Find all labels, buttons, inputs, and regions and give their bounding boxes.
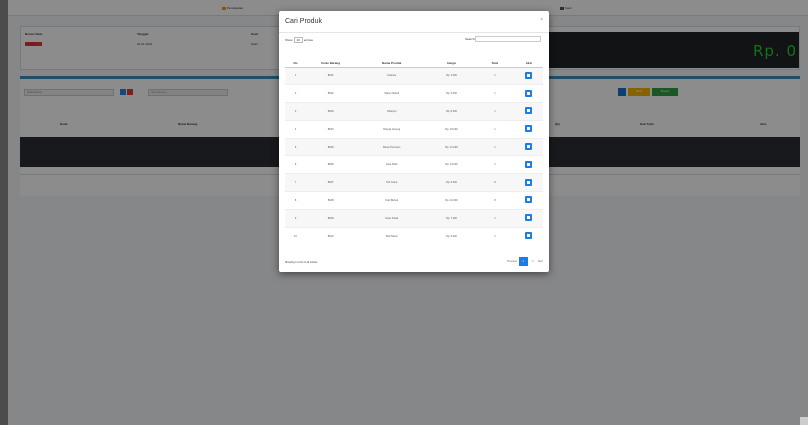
table-row: 2 B002 Sabun Mandi Rp. 5.000 1 [285,84,543,103]
entries-select[interactable]: 10 [293,37,303,43]
table-row: 6 B006 Gula Pasir Rp. 14.000 1 [285,155,543,174]
table-row: 4 B004 Minyak Goreng Rp. 15.000 1 [285,119,543,139]
table-controls: Show 10 entries Search: [279,33,549,47]
product-table: No Kode Barang Nama Produk Harga Stok Ak… [285,59,543,245]
select-product-button[interactable] [525,143,533,151]
select-product-button[interactable] [525,107,533,115]
pagination-previous[interactable]: Previous [507,260,517,263]
table-row: 3 B003 Shampo Rp. 8.000 1 [285,102,543,121]
col-aksi: Aksi [514,59,543,68]
col-kode[interactable]: Kode Barang [306,59,356,68]
pagination: Previous 1 2 Next [507,257,543,266]
select-product-button[interactable] [525,178,533,186]
table-header-row: No Kode Barang Nama Produk Harga Stok Ak… [285,59,543,68]
select-product-button[interactable] [525,214,533,222]
search-label: Search: [465,37,476,41]
col-stok[interactable]: Stok [474,59,515,68]
table-row: 8 B008 Kopi Bubuk Rp. 10.000 8 [285,191,543,210]
pagination-next[interactable]: Next [538,260,543,263]
modal-header: Cari Produk × [279,11,549,33]
select-product-button[interactable] [525,196,533,204]
entries-selector: Show 10 entries [285,37,313,43]
table-row: 9 B009 Susu Kotak Rp. 7.000 1 [285,208,543,228]
col-harga[interactable]: Harga [428,59,475,68]
select-product-button[interactable] [525,125,533,133]
select-product-button[interactable] [525,160,533,168]
col-nama[interactable]: Nama Produk [355,59,429,68]
scrollbar-corner[interactable] [800,417,808,425]
search-input[interactable] [475,36,541,42]
entries-info: Showing 1 to 10 of 12 entries [285,261,318,264]
select-product-button[interactable] [525,71,533,79]
close-icon[interactable]: × [540,17,543,23]
col-no[interactable]: No [285,59,307,68]
pagination-page-2[interactable]: 2 [530,257,536,266]
select-product-button[interactable] [525,232,533,240]
table-row: 1 B001 Indomie Rp. 3.000 1 [285,66,543,85]
table-row: 5 B005 Beras Premium Rp. 12.000 1 [285,137,543,156]
modal-title: Cari Produk [285,18,322,25]
select-product-button[interactable] [525,89,533,97]
table-row: 10 B010 Roti Tawar Rp. 9.000 1 [285,226,543,245]
pagination-page-1[interactable]: 1 [518,257,528,266]
product-search-modal: Cari Produk × Show 10 entries Search: No… [279,11,549,272]
table-row: 7 B007 Teh Celup Rp. 6.000 8 [285,173,543,192]
modal-footer: Showing 1 to 10 of 12 entries Previous 1… [285,257,543,267]
